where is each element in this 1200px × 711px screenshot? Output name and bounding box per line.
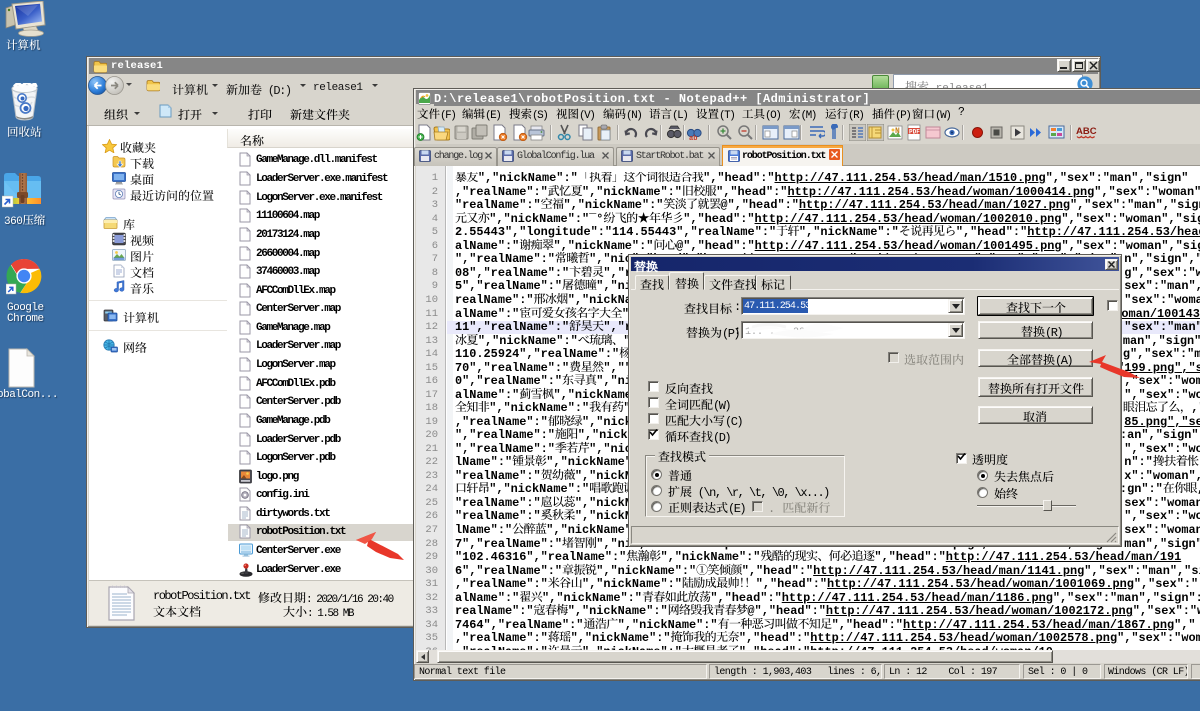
svg-text:ab: ab (689, 135, 697, 141)
svg-text:PDF: PDF (909, 129, 920, 136)
svg-text:N: N (895, 127, 900, 136)
svg-text:ABC: ABC (1076, 126, 1097, 137)
